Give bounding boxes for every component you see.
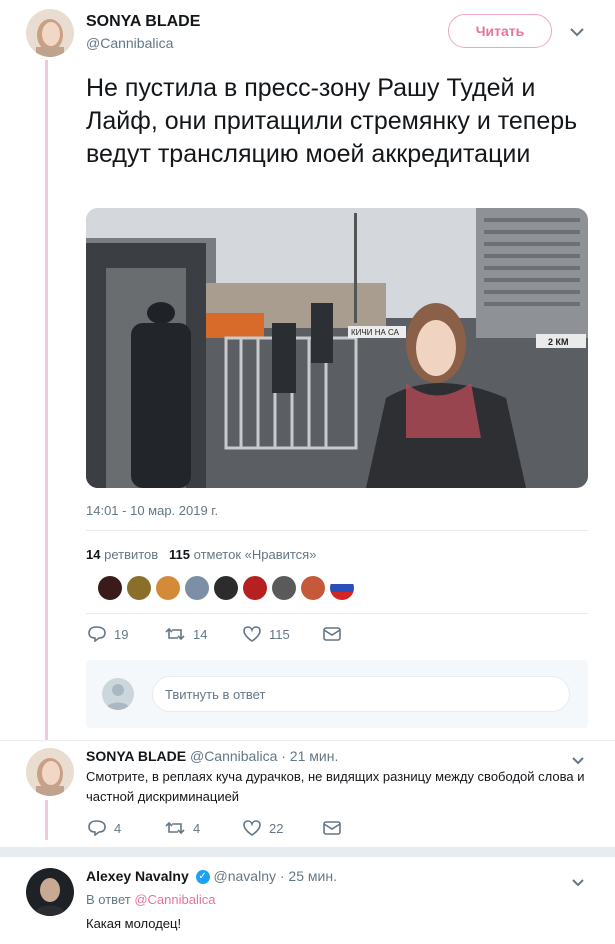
liker-avatar[interactable] [98,576,122,600]
tweet-text: Не пустила в пресс-зону Рашу Тудей и Лай… [86,74,578,168]
divider [86,530,588,531]
retweet-button[interactable]: 14 [165,626,243,642]
photo-sign-distance: 2 КМ [548,337,569,347]
follow-button[interactable]: Читать [448,14,552,48]
liker-avatar[interactable] [214,576,238,600]
author-handle[interactable]: @Cannibalica [86,35,173,51]
heart-icon [243,820,261,836]
author-name[interactable]: SONYA BLADE [86,13,200,31]
reply-author-avatar[interactable] [26,868,74,916]
message-button[interactable] [323,821,341,835]
tweet-photo[interactable]: КИЧИ НА СА 2 КМ [86,208,588,488]
divider [0,740,615,741]
likes-label[interactable]: отметок «Нравится» [194,547,317,562]
like-count: 115 [269,626,290,642]
liker-avatar[interactable] [330,576,354,600]
author-avatar[interactable] [26,9,74,57]
retweet-icon [165,626,185,642]
reply-time[interactable]: · 21 мин. [281,748,338,764]
retweet-count: 4 [193,820,201,836]
reply-header: SONYA BLADE @Cannibalica · 21 мин. [86,748,338,764]
chevron-down-icon[interactable] [570,24,584,40]
reply-icon [88,820,106,836]
likes-count[interactable]: 115 [169,547,190,562]
like-button[interactable]: 22 [243,820,323,836]
reply-time[interactable]: · 25 мин. [280,868,337,884]
reply-text: Смотрите, в реплаях куча дурачков, не ви… [86,769,585,804]
reply-to-handle[interactable]: @Cannibalica [134,892,215,907]
like-count: 22 [269,820,284,836]
heart-icon [243,626,261,642]
tweet-timestamp[interactable]: 14:01 - 10 мар. 2019 г. [86,503,218,518]
reply-button[interactable]: 19 [88,626,165,642]
liker-avatar[interactable] [156,576,180,600]
liker-avatar[interactable] [272,576,296,600]
reply-count: 19 [114,626,129,642]
reply-to-prefix: В ответ [86,892,131,907]
reply-button[interactable]: 4 [88,820,165,836]
reply-actions: 4 4 22 [88,820,341,836]
chevron-down-icon[interactable] [572,874,584,890]
reply-author-handle[interactable]: @Cannibalica [190,748,277,764]
chevron-down-icon[interactable] [572,752,584,768]
photo-sign-banner: КИЧИ НА СА [351,328,400,337]
thread-separator [0,847,615,857]
reply-to-line: В ответ @Cannibalica [86,892,215,907]
retweet-count: 14 [193,626,208,642]
message-button[interactable] [323,627,341,641]
thread-line [45,60,48,740]
retweets-label[interactable]: ретвитов [104,547,158,562]
reply-input[interactable]: Твитнуть в ответ [152,676,570,712]
envelope-icon [323,627,341,641]
reply-author-name[interactable]: SONYA BLADE [86,748,186,764]
verified-badge-icon: ✓ [195,870,210,885]
retweet-icon [165,820,185,836]
liker-avatar[interactable] [301,576,325,600]
retweet-button[interactable]: 4 [165,820,243,836]
liker-avatar[interactable] [127,576,151,600]
reply-icon [88,626,106,642]
liker-avatar[interactable] [185,576,209,600]
reply-text: Какая молодец! [86,916,182,931]
divider [86,613,588,614]
retweets-count[interactable]: 14 [86,547,100,562]
user-avatar[interactable] [102,678,134,710]
liker-avatars [98,576,354,600]
reply-author-name[interactable]: Alexey Navalny [86,868,189,884]
reply-header: Alexey Navalny ✓ @navalny · 25 мин. [86,868,337,885]
thread-line [45,800,48,840]
tweet-actions: 19 14 115 [88,626,341,642]
reply-author-handle[interactable]: @navalny [214,868,276,884]
tweet-stats: 14 ретвитов 115 отметок «Нравится» [86,547,316,562]
like-button[interactable]: 115 [243,626,323,642]
reply-author-avatar[interactable] [26,748,74,796]
envelope-icon [323,821,341,835]
liker-avatar[interactable] [243,576,267,600]
reply-count: 4 [114,820,122,836]
